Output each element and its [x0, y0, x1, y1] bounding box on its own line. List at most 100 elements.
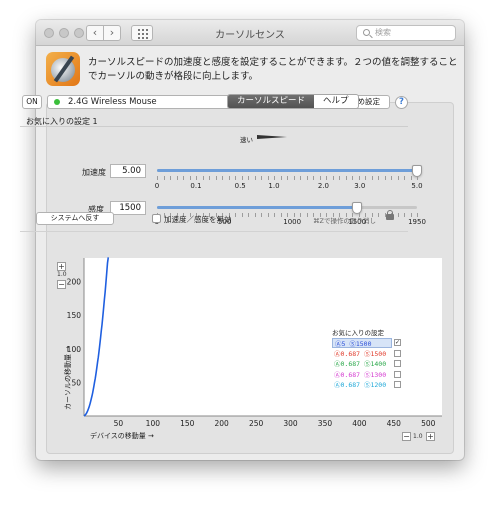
slider-tick — [241, 176, 243, 180]
sensitivity-slider-fill — [157, 206, 358, 209]
zoom-in-button[interactable]: + — [57, 262, 66, 271]
favorite-sens-value: Ⓢ1500 — [349, 340, 372, 348]
slider-tick — [170, 176, 171, 180]
slider-tick — [235, 213, 236, 217]
slider-tick — [332, 176, 334, 180]
favorite-accel-value: Ⓐ0.687 — [334, 360, 364, 368]
slider-tick — [397, 176, 399, 180]
favorite-accel-value: Ⓐ0.687 — [334, 381, 364, 389]
app-logo-icon — [46, 52, 80, 86]
slider-tick-label: 3.0 — [354, 182, 366, 190]
favorite-checkbox[interactable] — [394, 370, 401, 378]
favorites-list-title: お気に入りの設定 — [332, 329, 384, 337]
device-name: 2.4G Wireless Mouse — [68, 97, 157, 107]
slider-tick — [391, 176, 392, 180]
slider-tick — [319, 176, 321, 180]
x-scale-value: 1.0 — [413, 433, 423, 440]
slider-tick — [404, 176, 405, 180]
slider-tick — [417, 213, 418, 217]
sensitivity-slider-track[interactable] — [157, 206, 417, 209]
favorite-sens-value: Ⓢ1200 — [363, 381, 387, 389]
slider-tick — [313, 176, 314, 180]
favorite-accel-value: Ⓐ0.687 — [334, 370, 364, 379]
on-toggle-button[interactable]: ON — [22, 95, 42, 109]
slider-tick — [280, 213, 282, 217]
description-text: カーソルスピードの加速度と感度を設定することができます。２つの値を調整することで… — [88, 57, 458, 82]
slider-tick — [300, 213, 301, 217]
favorite-sens-value: Ⓢ1500 — [363, 349, 387, 358]
slider-tick — [352, 176, 353, 180]
slider-tick — [410, 213, 412, 217]
favorite-checkbox[interactable]: ✓ — [394, 339, 401, 346]
slider-tick — [384, 176, 386, 180]
favorite-setting-row[interactable]: Ⓐ0.687 Ⓢ1400 — [332, 359, 392, 369]
title-bar: ‹ › カーソルセンス 検索 — [36, 20, 464, 46]
slider-tick — [222, 176, 223, 180]
slider-tick — [189, 176, 191, 180]
favorite-setting-row[interactable]: Ⓐ0.687 Ⓢ1200 — [332, 380, 392, 390]
sensitivity-value-field[interactable]: 1500 — [110, 201, 146, 215]
search-placeholder: 検索 — [375, 28, 391, 37]
disable-label: 加速度／感度を無効 — [164, 215, 232, 224]
divider — [20, 126, 408, 127]
acceleration-value-field[interactable]: 5.00 — [110, 164, 146, 178]
search-field[interactable]: 検索 — [356, 25, 456, 41]
y-scale-value: 1.0 — [57, 271, 67, 278]
slider-tick — [209, 176, 210, 180]
slider-tick — [254, 213, 256, 217]
sensitivity-slider-knob[interactable] — [352, 202, 363, 214]
favorite-checkbox[interactable] — [394, 349, 401, 357]
slider-tick — [345, 176, 347, 180]
lock-icon[interactable] — [386, 210, 394, 220]
slider-tick — [254, 176, 256, 180]
slider-tick — [183, 176, 184, 180]
favorite-setting-row[interactable]: Ⓐ5 Ⓢ1500 — [332, 338, 392, 348]
search-icon — [363, 29, 370, 36]
settings-panel — [46, 102, 454, 454]
disable-checkbox[interactable] — [152, 214, 161, 223]
slider-tick — [365, 176, 366, 180]
favorite-checkbox[interactable] — [394, 381, 401, 388]
slider-tick — [410, 176, 412, 180]
slider-tick — [235, 176, 236, 180]
tab-cursor-speed[interactable]: カーソルスピード — [228, 95, 315, 108]
slider-tick — [293, 176, 295, 180]
restore-system-button[interactable]: システムへ反す — [36, 212, 114, 225]
slider-tick — [196, 176, 197, 180]
slider-tick — [417, 176, 418, 180]
help-button[interactable]: ? — [395, 96, 408, 109]
slider-tick — [378, 176, 379, 180]
slider-tick — [274, 176, 275, 180]
divider — [20, 231, 408, 232]
slider-tick-label: 1950 — [408, 218, 426, 226]
slider-tick — [274, 213, 275, 217]
zoom-out-button[interactable]: − — [57, 280, 66, 289]
slider-tick — [261, 213, 262, 217]
slider-tick-label: 2.0 — [317, 182, 329, 190]
x-zoom-out-button[interactable]: − — [402, 432, 411, 441]
slider-tick — [358, 176, 360, 180]
slider-tick — [339, 176, 340, 180]
slider-tick — [163, 176, 165, 180]
preferences-window: ‹ › カーソルセンス 検索 カーソルスピードの加速度と感度を設定することができ… — [36, 20, 464, 460]
slider-tick — [293, 213, 295, 217]
slider-tick — [404, 213, 405, 217]
slider-tick-label: 1.0 — [268, 182, 280, 190]
slider-tick — [287, 176, 288, 180]
slider-tick — [261, 176, 262, 180]
favorites-list: Ⓐ5 Ⓢ1500 ✓ Ⓐ0.687 Ⓢ1500 Ⓐ0.687 Ⓢ1400 Ⓐ0.687 … — [332, 338, 402, 390]
acceleration-slider-track[interactable] — [157, 169, 417, 172]
slider-tick — [241, 213, 243, 217]
speed-wedge-icon — [257, 135, 287, 139]
acceleration-slider-fill — [157, 169, 417, 172]
x-zoom-in-button[interactable]: + — [426, 432, 435, 441]
tab-help[interactable]: ヘルプ — [314, 95, 358, 108]
slider-tick — [326, 176, 327, 180]
favorite-setting-row[interactable]: Ⓐ0.687 Ⓢ1500 — [332, 349, 392, 359]
slider-tick — [371, 176, 373, 180]
slider-tick — [228, 176, 230, 180]
slider-tick-label: 0 — [154, 182, 160, 190]
favorite-checkbox[interactable] — [394, 360, 401, 367]
favorite-setting-row[interactable]: Ⓐ0.687 Ⓢ1300 — [332, 370, 392, 380]
slider-tick — [202, 176, 204, 180]
